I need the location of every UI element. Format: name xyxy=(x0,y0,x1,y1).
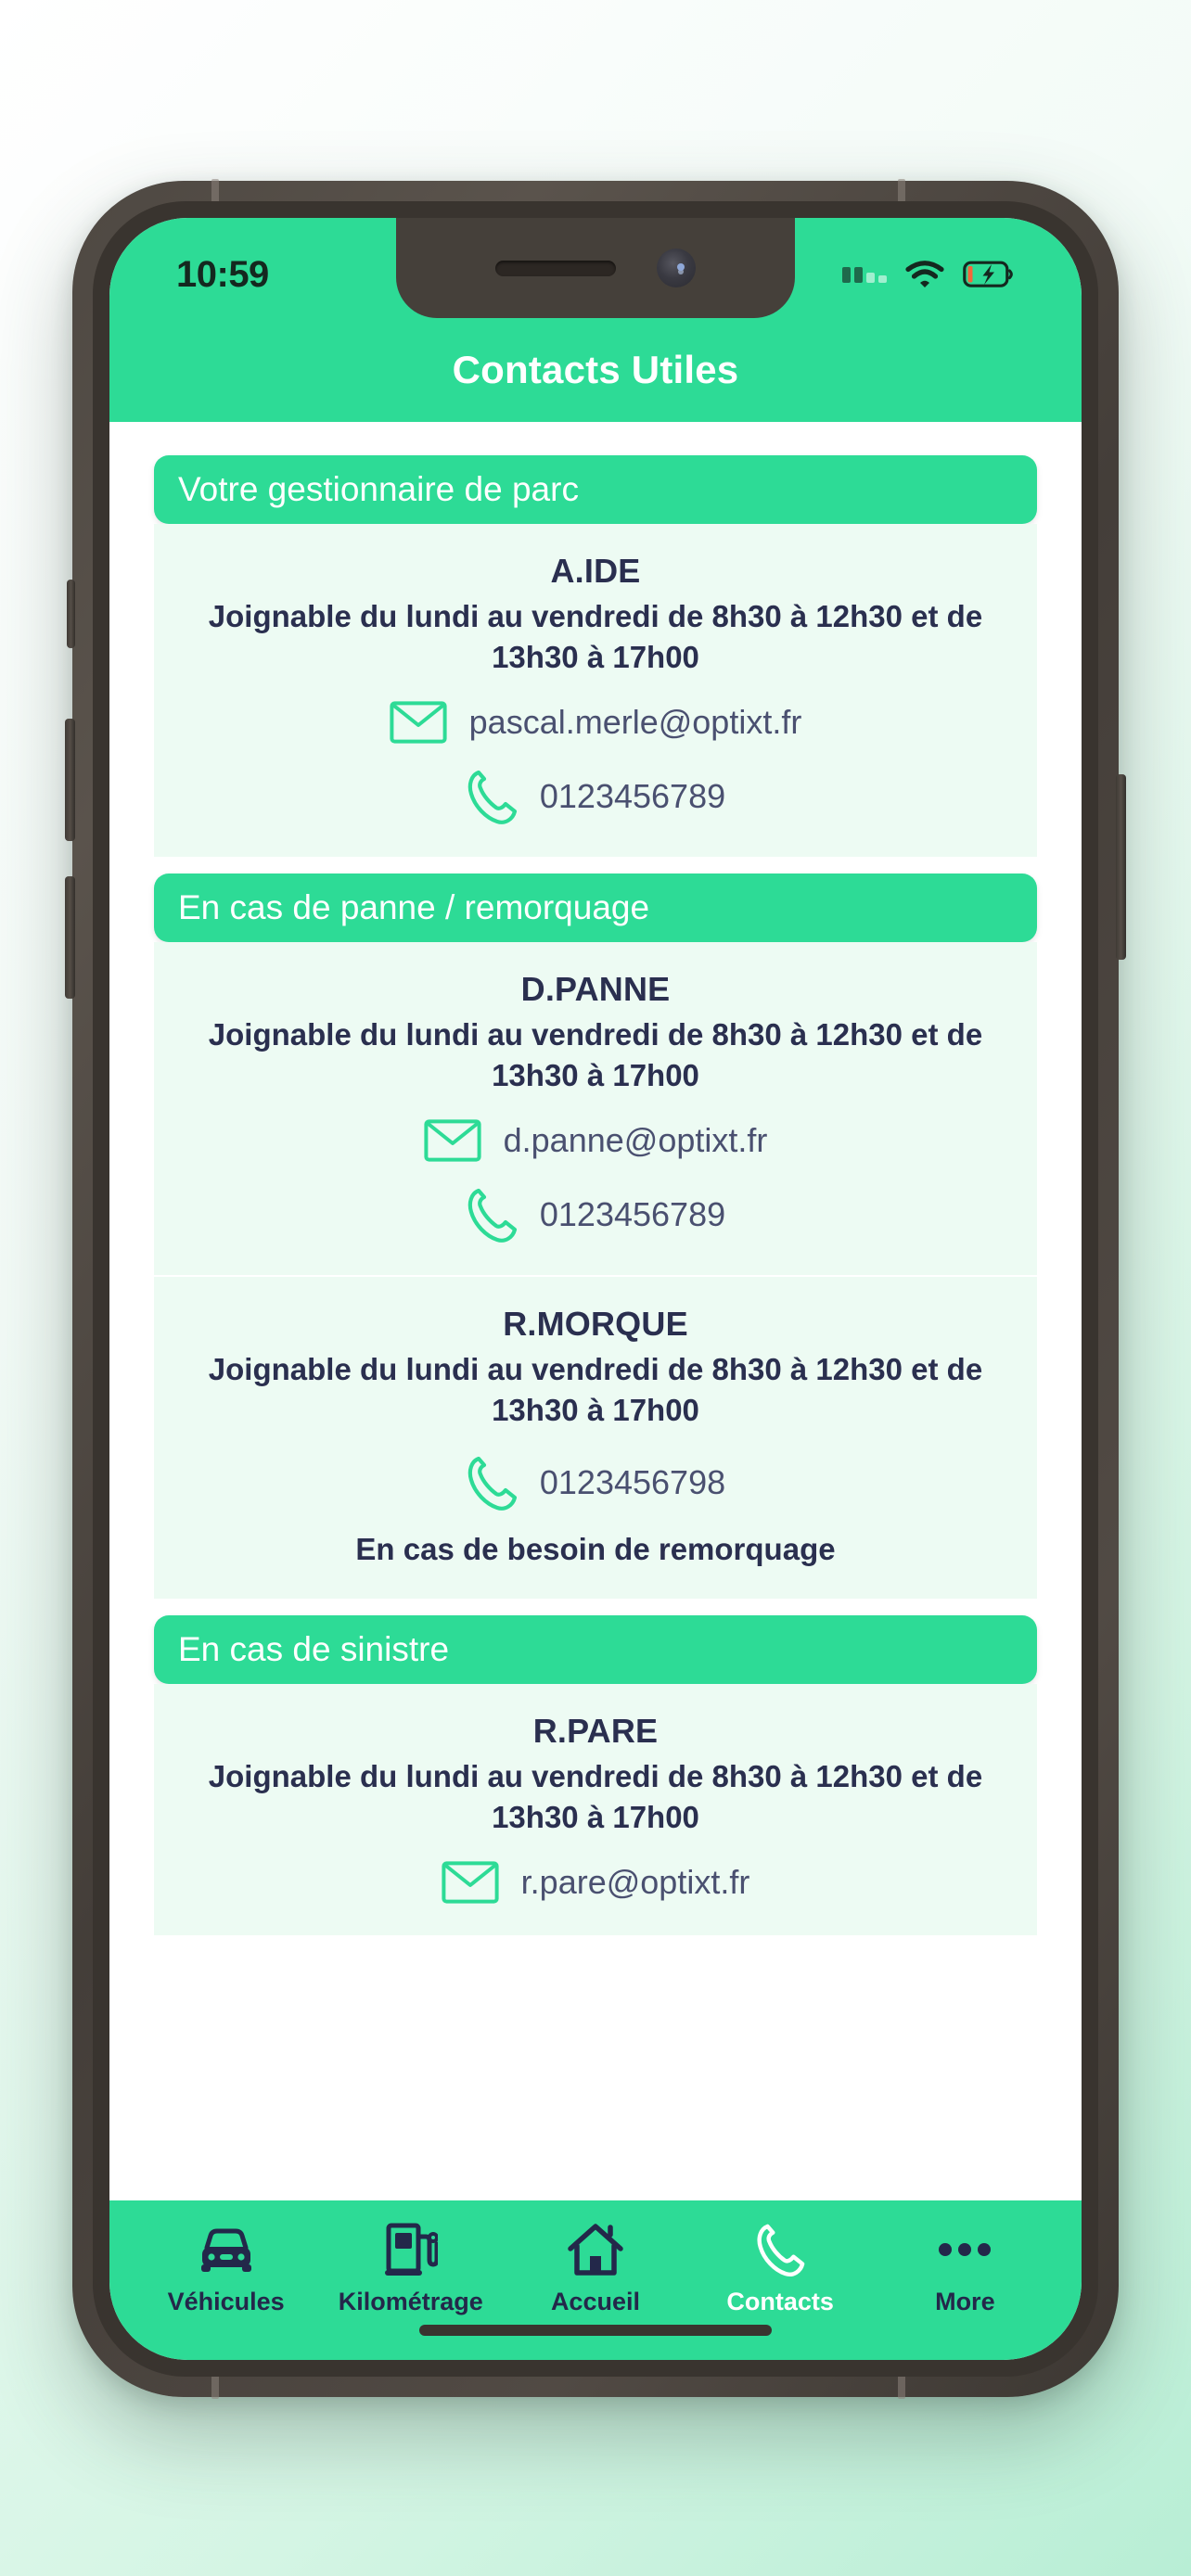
contact-name: D.PANNE xyxy=(520,970,671,1009)
phone-handset-icon xyxy=(467,1189,517,1243)
contact-phone-row[interactable]: 0123456789 xyxy=(466,1186,725,1243)
contact-card-rpare[interactable]: R.PARE Joignable du lundi au vendredi de… xyxy=(154,1684,1037,1936)
contact-hours: Joignable du lundi au vendredi de 8h30 à… xyxy=(208,1759,983,1834)
tab-label: Contacts xyxy=(726,2288,834,2315)
contact-name: A.IDE xyxy=(550,552,641,590)
contact-email-value: d.panne@optixt.fr xyxy=(503,1121,768,1160)
app-header-bar: Contacts Utiles xyxy=(109,318,1082,422)
phone-icon xyxy=(755,2221,805,2278)
contact-email-value: pascal.merle@optixt.fr xyxy=(468,703,802,742)
battery-charging-icon xyxy=(963,261,1013,287)
phone-handset-icon xyxy=(467,770,517,824)
home-icon xyxy=(567,2221,624,2278)
earpiece-speaker-icon xyxy=(495,260,616,276)
contact-card-rmorque[interactable]: R.MORQUE Joignable du lundi au vendredi … xyxy=(154,1275,1037,1600)
contact-hours: Joignable du lundi au vendredi de 8h30 à… xyxy=(208,1352,983,1427)
tab-contacts[interactable]: Contacts xyxy=(688,2221,873,2316)
envelope-icon xyxy=(424,1119,481,1162)
tab-accueil[interactable]: Accueil xyxy=(503,2221,687,2316)
wifi-icon xyxy=(905,261,944,287)
phone-screen: 10:59 Contacts Utiles Votre gestionnaire… xyxy=(109,218,1082,2360)
ellipsis-icon xyxy=(937,2221,992,2278)
car-icon xyxy=(198,2221,255,2278)
power-button[interactable] xyxy=(1116,774,1126,960)
tab-kilometrage[interactable]: Kilométrage xyxy=(318,2221,503,2316)
tab-more[interactable]: More xyxy=(873,2221,1057,2316)
status-bar-clock: 10:59 xyxy=(176,253,269,295)
fuel-pump-icon xyxy=(384,2221,438,2278)
section-header-sinistre: En cas de sinistre xyxy=(154,1615,1037,1685)
tab-label: Kilométrage xyxy=(338,2288,483,2315)
phone-device-frame: 10:59 Contacts Utiles Votre gestionnaire… xyxy=(65,179,1126,2399)
section-header-panne-remorquage: En cas de panne / remorquage xyxy=(154,874,1037,943)
page-title: Contacts Utiles xyxy=(452,348,739,391)
cellular-signal-icon xyxy=(842,266,887,283)
contact-name: R.MORQUE xyxy=(503,1305,688,1344)
contact-phone-value: 0123456789 xyxy=(539,1195,726,1234)
contacts-list-scroll-area[interactable]: Votre gestionnaire de parc A.IDE Joignab… xyxy=(109,422,1082,2200)
tab-vehicules[interactable]: Véhicules xyxy=(134,2221,318,2316)
contact-phone-value: 0123456798 xyxy=(539,1463,726,1502)
envelope-icon xyxy=(442,1861,499,1904)
contact-phone-row[interactable]: 0123456789 xyxy=(466,768,725,825)
phone-handset-icon xyxy=(467,1457,517,1511)
contact-phone-row[interactable]: 0123456798 xyxy=(466,1454,725,1511)
contact-email-row[interactable]: r.pare@optixt.fr xyxy=(442,1861,750,1904)
tab-label: Accueil xyxy=(550,2288,640,2315)
tab-label: Véhicules xyxy=(167,2288,285,2315)
contact-phone-value: 0123456789 xyxy=(539,777,726,816)
volume-up-button[interactable] xyxy=(65,719,75,841)
contact-hours: Joignable du lundi au vendredi de 8h30 à… xyxy=(208,599,983,674)
phone-inner-bezel: 10:59 Contacts Utiles Votre gestionnaire… xyxy=(93,201,1098,2377)
contact-hours: Joignable du lundi au vendredi de 8h30 à… xyxy=(208,1017,983,1092)
silent-switch-button[interactable] xyxy=(67,580,75,648)
contact-email-row[interactable]: pascal.merle@optixt.fr xyxy=(390,701,802,744)
tab-label: More xyxy=(935,2288,995,2315)
contact-email-row[interactable]: d.panne@optixt.fr xyxy=(424,1119,768,1162)
bottom-tab-bar: Véhicules Kilométrage Accueil Contacts M… xyxy=(109,2200,1082,2360)
status-bar-icons xyxy=(842,260,1015,289)
contact-card-dpanne[interactable]: D.PANNE Joignable du lundi au vendredi d… xyxy=(154,942,1037,1276)
envelope-icon xyxy=(390,701,447,744)
contact-note: En cas de besoin de remorquage xyxy=(355,1532,836,1567)
contact-name: R.PARE xyxy=(532,1712,659,1751)
contact-card-aide[interactable]: A.IDE Joignable du lundi au vendredi de … xyxy=(154,524,1037,858)
contact-email-value: r.pare@optixt.fr xyxy=(520,1863,750,1902)
volume-down-button[interactable] xyxy=(65,876,75,999)
front-camera-icon xyxy=(657,249,696,287)
section-header-gestionnaire: Votre gestionnaire de parc xyxy=(154,455,1037,524)
device-notch xyxy=(396,218,795,318)
home-indicator-bar[interactable] xyxy=(419,2325,772,2336)
